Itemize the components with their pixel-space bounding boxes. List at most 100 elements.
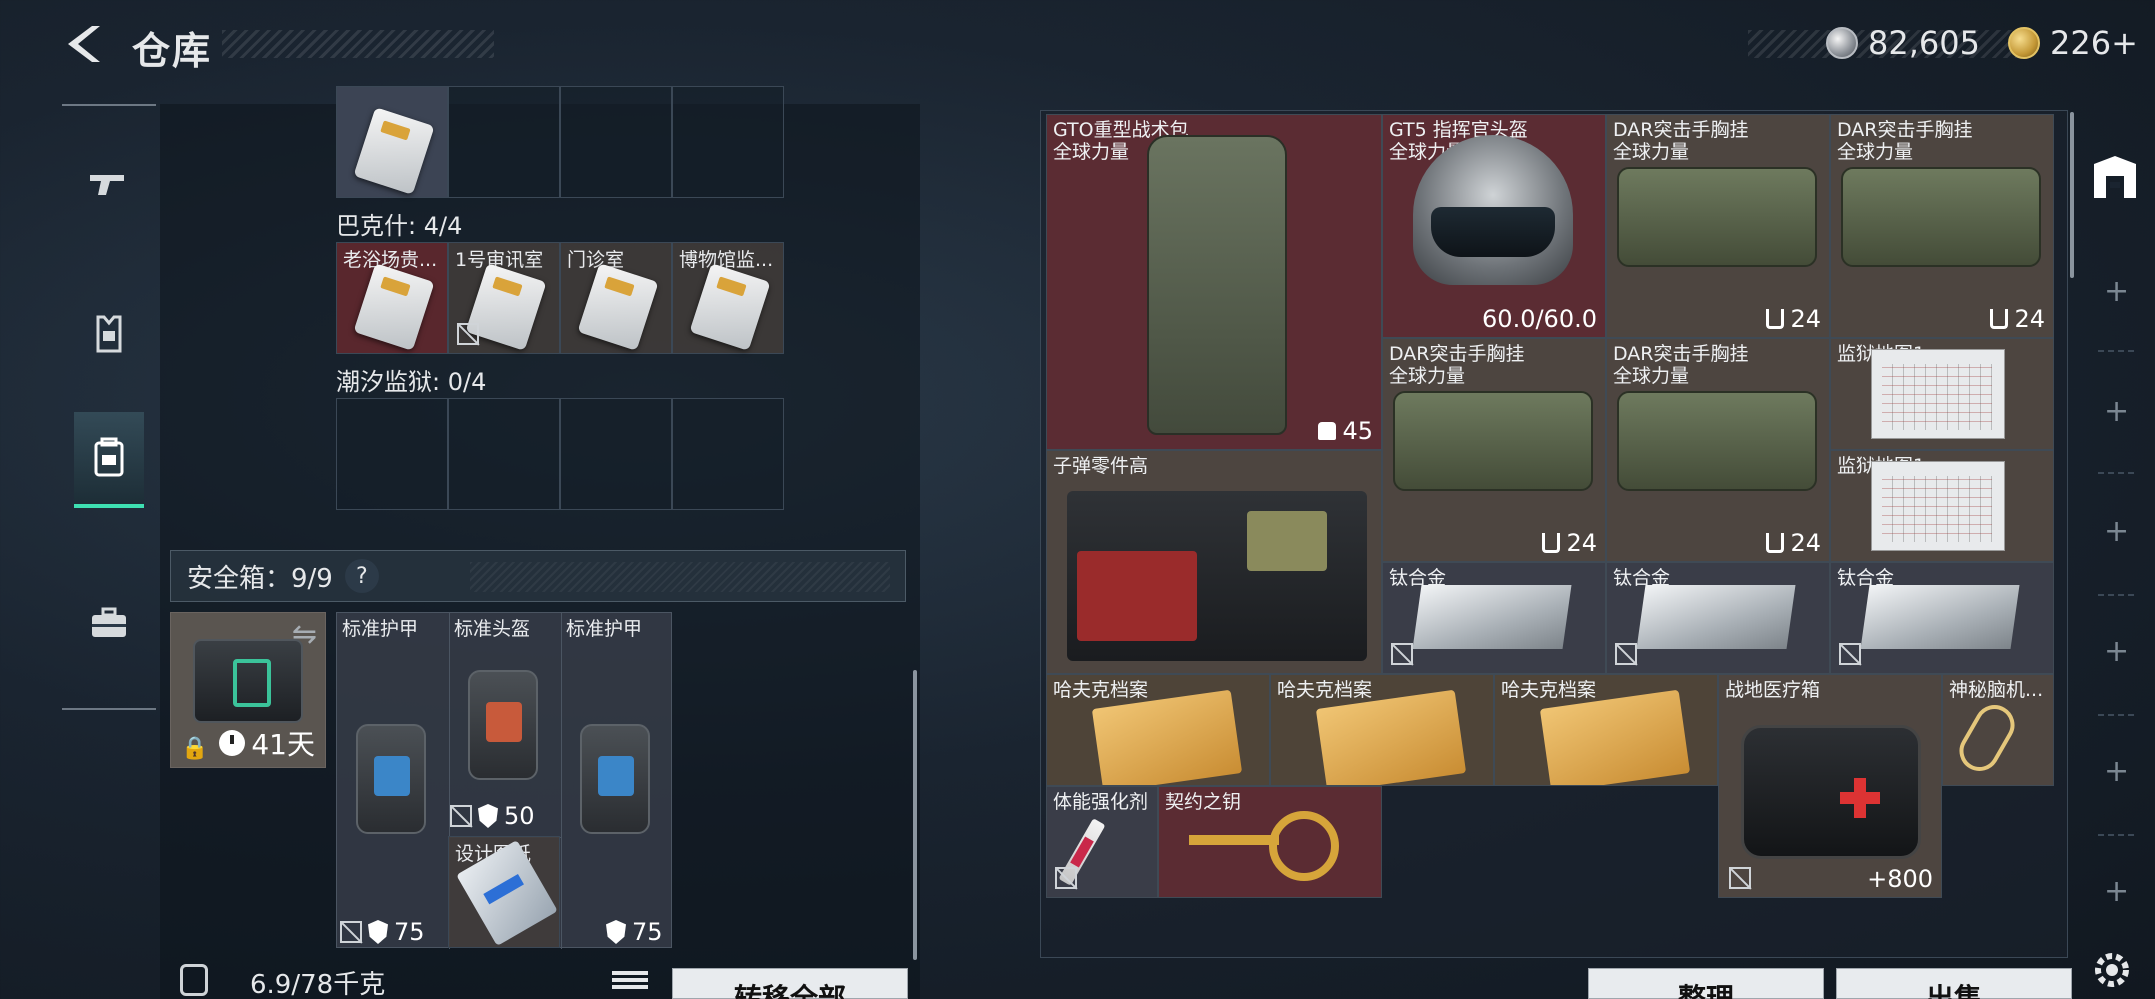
left-nav <box>62 104 156 710</box>
vest-icon <box>1990 309 2009 329</box>
warehouse-item[interactable]: 子弹零件高 <box>1046 450 1382 674</box>
map-image <box>1871 349 2005 439</box>
item-value: +800 <box>1867 865 1933 893</box>
ingot-image <box>1412 585 1572 649</box>
shield-icon <box>478 804 498 828</box>
warehouse-item[interactable]: 体能强化剂 <box>1046 786 1158 898</box>
item-name: 哈夫克档案 <box>1277 679 1373 701</box>
armor-name: 标准护甲 <box>566 618 643 640</box>
backpack-icon <box>94 437 124 477</box>
safebox-duration: 41天 <box>219 723 315 763</box>
empty-slot[interactable] <box>560 86 672 198</box>
key-image <box>1189 811 1339 881</box>
backpack-scrollbar[interactable] <box>913 670 917 960</box>
key-slot[interactable] <box>336 86 448 198</box>
swap-icon[interactable]: ⇋ <box>292 617 317 652</box>
warehouse-item[interactable]: 哈夫克档案 <box>1270 674 1494 786</box>
warehouse-scrollbar[interactable] <box>2070 112 2074 278</box>
back-arrow-icon[interactable] <box>62 22 106 66</box>
clock-icon <box>219 730 246 756</box>
warehouse-item[interactable]: 哈夫克档案 <box>1046 674 1270 786</box>
gear-icon[interactable] <box>2090 948 2134 992</box>
add-tab-button[interactable]: + <box>2104 634 2129 669</box>
help-button[interactable]: ? <box>344 559 379 593</box>
chest-rig-image <box>1617 167 1817 267</box>
warehouse-item[interactable]: 钛合金 <box>1606 562 1830 674</box>
add-tab-button[interactable]: + <box>2104 274 2129 309</box>
key-slot[interactable]: 1号审讯室 <box>448 242 560 354</box>
warehouse-item[interactable]: 钛合金 <box>1830 562 2054 674</box>
nav-armor[interactable] <box>74 286 144 382</box>
lock-icon: 🔒 <box>181 736 209 761</box>
warehouse-item[interactable]: 神秘脑机... <box>1942 674 2054 786</box>
safebox-item[interactable]: ⇋ 🔒 41天 <box>170 612 326 768</box>
backpack-image <box>1147 135 1287 435</box>
item-value: 60.0/60.0 <box>1482 305 1597 333</box>
keycard-icon <box>577 263 659 351</box>
nav-briefcase[interactable] <box>74 576 144 672</box>
list-view-button[interactable] <box>612 968 648 996</box>
armor-durability-value: 75 <box>632 918 663 946</box>
sort-button[interactable]: 整理 <box>1588 968 1824 999</box>
cable-image <box>1952 697 2022 779</box>
ammo-parts-image <box>1067 491 1367 661</box>
item-name: 契约之钥 <box>1165 791 1242 813</box>
tab-divider <box>2098 714 2134 716</box>
keycard-icon <box>689 263 771 351</box>
warehouse-item[interactable]: DAR突击手胸挂 全球力量 24 <box>1606 114 1830 338</box>
item-name: 子弹零件高 <box>1053 455 1149 477</box>
key-slot[interactable]: 门诊室 <box>560 242 672 354</box>
warehouse-item[interactable]: GTO重型战术包 全球力量 45 <box>1046 114 1382 450</box>
ingot-image <box>1636 585 1796 649</box>
helmet-icon[interactable] <box>468 670 538 780</box>
transfer-all-button[interactable]: 转移全部 <box>672 968 908 999</box>
gold-currency[interactable]: 226+ <box>2008 24 2138 62</box>
armor-plate-icon[interactable] <box>580 724 650 834</box>
armor-plate-icon[interactable] <box>356 724 426 834</box>
empty-slot[interactable] <box>336 398 448 510</box>
silver-coin-icon <box>1826 27 1858 59</box>
warehouse-icon[interactable] <box>2090 152 2140 202</box>
warehouse-item[interactable]: DAR突击手胸挂 全球力量 24 <box>1382 338 1606 562</box>
empty-slot[interactable] <box>672 398 784 510</box>
key-slot[interactable]: 老浴场贵... <box>336 242 448 354</box>
warehouse-item[interactable]: 战地医疗箱 +800 <box>1718 674 1942 898</box>
add-tab-button[interactable]: + <box>2104 874 2129 909</box>
medkit-image <box>1741 725 1921 859</box>
empty-slot[interactable] <box>448 86 560 198</box>
warehouse-item[interactable]: 哈夫克档案 <box>1494 674 1718 786</box>
add-tab-button[interactable]: + <box>2104 754 2129 789</box>
nav-weapons[interactable] <box>74 136 144 232</box>
nav-backpack[interactable] <box>74 412 144 508</box>
item-name: DAR突击手胸挂 全球力量 <box>1837 119 1973 163</box>
empty-slot[interactable] <box>672 86 784 198</box>
warehouse-item[interactable]: GT5 指挥官头盔 全球力量 60.0/60.0 <box>1382 114 1606 338</box>
warehouse-item[interactable]: 监狱地图1 <box>1830 338 2054 450</box>
add-tab-button[interactable]: + <box>2104 394 2129 429</box>
no-sale-icon <box>1055 867 1077 889</box>
chest-rig-image <box>1393 391 1593 491</box>
key-slot[interactable]: 博物馆监... <box>672 242 784 354</box>
empty-slot[interactable] <box>448 398 560 510</box>
warehouse-item[interactable]: 契约之钥 <box>1158 786 1382 898</box>
warehouse-item[interactable]: DAR突击手胸挂 全球力量 24 <box>1830 114 2054 338</box>
top-bar: 仓库 82,605 226+ <box>0 0 2155 90</box>
vest-icon <box>1766 533 1785 553</box>
keycard-icon <box>353 263 435 351</box>
silver-currency[interactable]: 82,605 <box>1826 24 1980 62</box>
item-value: 24 <box>1990 305 2045 333</box>
add-tab-button[interactable]: + <box>2104 514 2129 549</box>
empty-slot[interactable] <box>560 398 672 510</box>
sell-button[interactable]: 出售 <box>1836 968 2072 999</box>
section-chaoxi: 潮汐监狱: 0/4 <box>336 368 487 396</box>
vest-icon <box>1766 309 1785 329</box>
ingot-image <box>1860 585 2020 649</box>
no-sale-icon <box>1391 643 1413 665</box>
helmet-name: 标准头盔 <box>454 618 531 640</box>
weight-bag-icon <box>180 964 208 996</box>
helmet-durability-value: 50 <box>504 802 535 830</box>
weight-icon <box>1318 422 1337 440</box>
warehouse-item[interactable]: 钛合金 <box>1382 562 1606 674</box>
warehouse-item[interactable]: DAR突击手胸挂 全球力量 24 <box>1606 338 1830 562</box>
warehouse-item[interactable]: 监狱地图1 <box>1830 450 2054 562</box>
